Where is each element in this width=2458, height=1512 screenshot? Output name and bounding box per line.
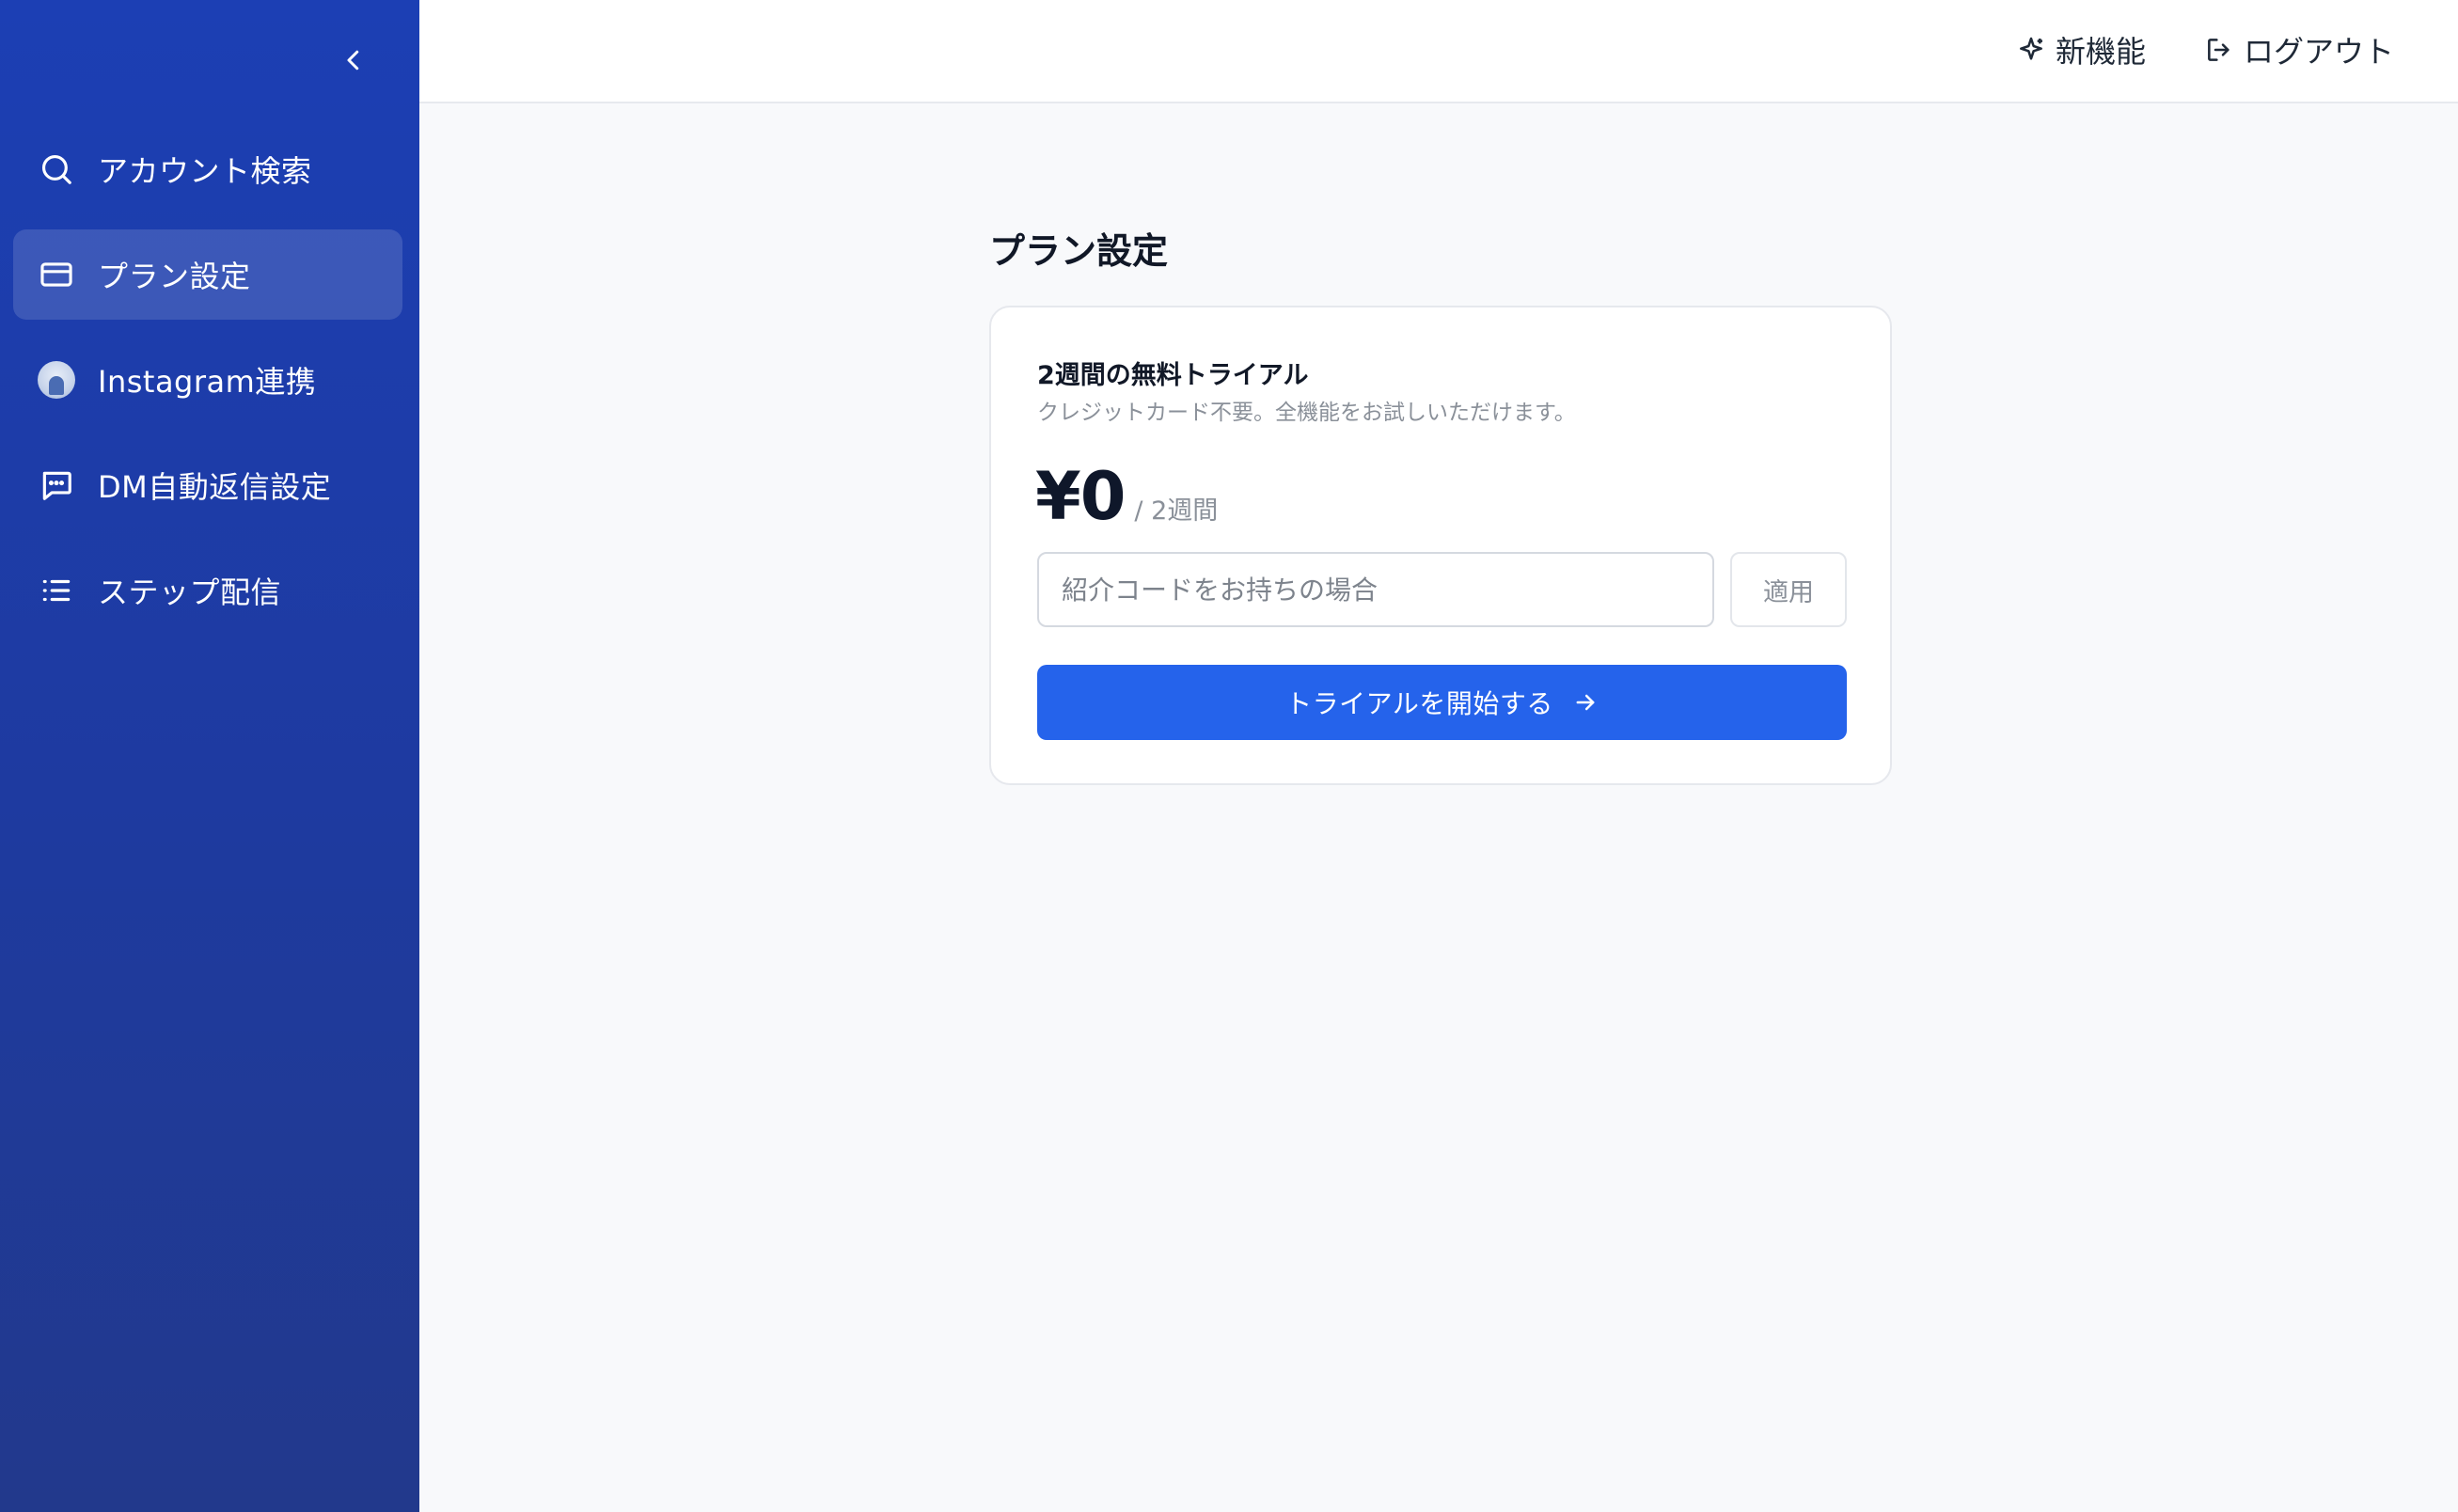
sidebar-item-label: Instagram連携 bbox=[98, 364, 317, 400]
sidebar-collapse-button[interactable] bbox=[329, 38, 378, 87]
new-features-button[interactable]: 新機能 bbox=[2014, 24, 2146, 75]
plan-title: 2週間の無料トライアル bbox=[1037, 361, 1309, 390]
search-icon bbox=[36, 149, 77, 190]
sidebar-item-label: ステップ配信 bbox=[98, 575, 282, 610]
sidebar: アカウント検索 プラン設定 Instagram連携 DM自動返信設定 ステップ配… bbox=[0, 0, 419, 1512]
sidebar-item-label: アカウント検索 bbox=[98, 153, 312, 189]
sidebar-item-plan-settings[interactable]: プラン設定 bbox=[13, 229, 402, 320]
sidebar-item-step-delivery[interactable]: ステップ配信 bbox=[13, 545, 402, 636]
apply-button[interactable]: 適用 bbox=[1730, 552, 1847, 627]
plan-subtitle: クレジットカード不要。全機能をお試しいただけます。 bbox=[1037, 401, 1576, 425]
plan-price: ¥0 bbox=[1035, 458, 1126, 535]
credit-card-icon bbox=[36, 254, 77, 295]
referral-code-input[interactable] bbox=[1037, 552, 1714, 627]
page-title: プラン設定 bbox=[989, 230, 1169, 272]
logout-label: ログアウト bbox=[2244, 34, 2395, 70]
plan-card: 2週間の無料トライアル クレジットカード不要。全機能をお試しいただけます。 ¥0… bbox=[989, 306, 1892, 785]
sidebar-item-dm-auto-reply[interactable]: DM自動返信設定 bbox=[13, 440, 402, 530]
chevron-left-icon bbox=[339, 46, 368, 78]
sparkle-icon bbox=[2014, 33, 2048, 67]
top-header: 新機能 ログアウト bbox=[419, 0, 2458, 103]
start-trial-label: トライアルを開始する bbox=[1285, 688, 1553, 719]
app-root: アカウント検索 プラン設定 Instagram連携 DM自動返信設定 ステップ配… bbox=[0, 0, 2458, 1512]
sidebar-item-label: DM自動返信設定 bbox=[98, 469, 332, 505]
sidebar-nav: アカウント検索 プラン設定 Instagram連携 DM自動返信設定 ステップ配… bbox=[13, 124, 402, 651]
logout-button[interactable]: ログアウト bbox=[2202, 24, 2394, 75]
avatar-icon bbox=[36, 359, 77, 401]
new-features-label: 新機能 bbox=[2056, 34, 2147, 70]
sidebar-item-account-search[interactable]: アカウント検索 bbox=[13, 124, 402, 214]
plan-period: / 2週間 bbox=[1134, 496, 1219, 526]
list-icon bbox=[36, 570, 77, 611]
sidebar-item-label: プラン設定 bbox=[98, 259, 251, 294]
arrow-right-icon bbox=[1572, 689, 1599, 716]
start-trial-button[interactable]: トライアルを開始する bbox=[1037, 665, 1847, 740]
logout-icon bbox=[2202, 33, 2236, 67]
price-row: ¥0 / 2週間 bbox=[1035, 458, 1218, 535]
sidebar-item-instagram[interactable]: Instagram連携 bbox=[13, 335, 402, 425]
message-icon bbox=[36, 465, 77, 506]
